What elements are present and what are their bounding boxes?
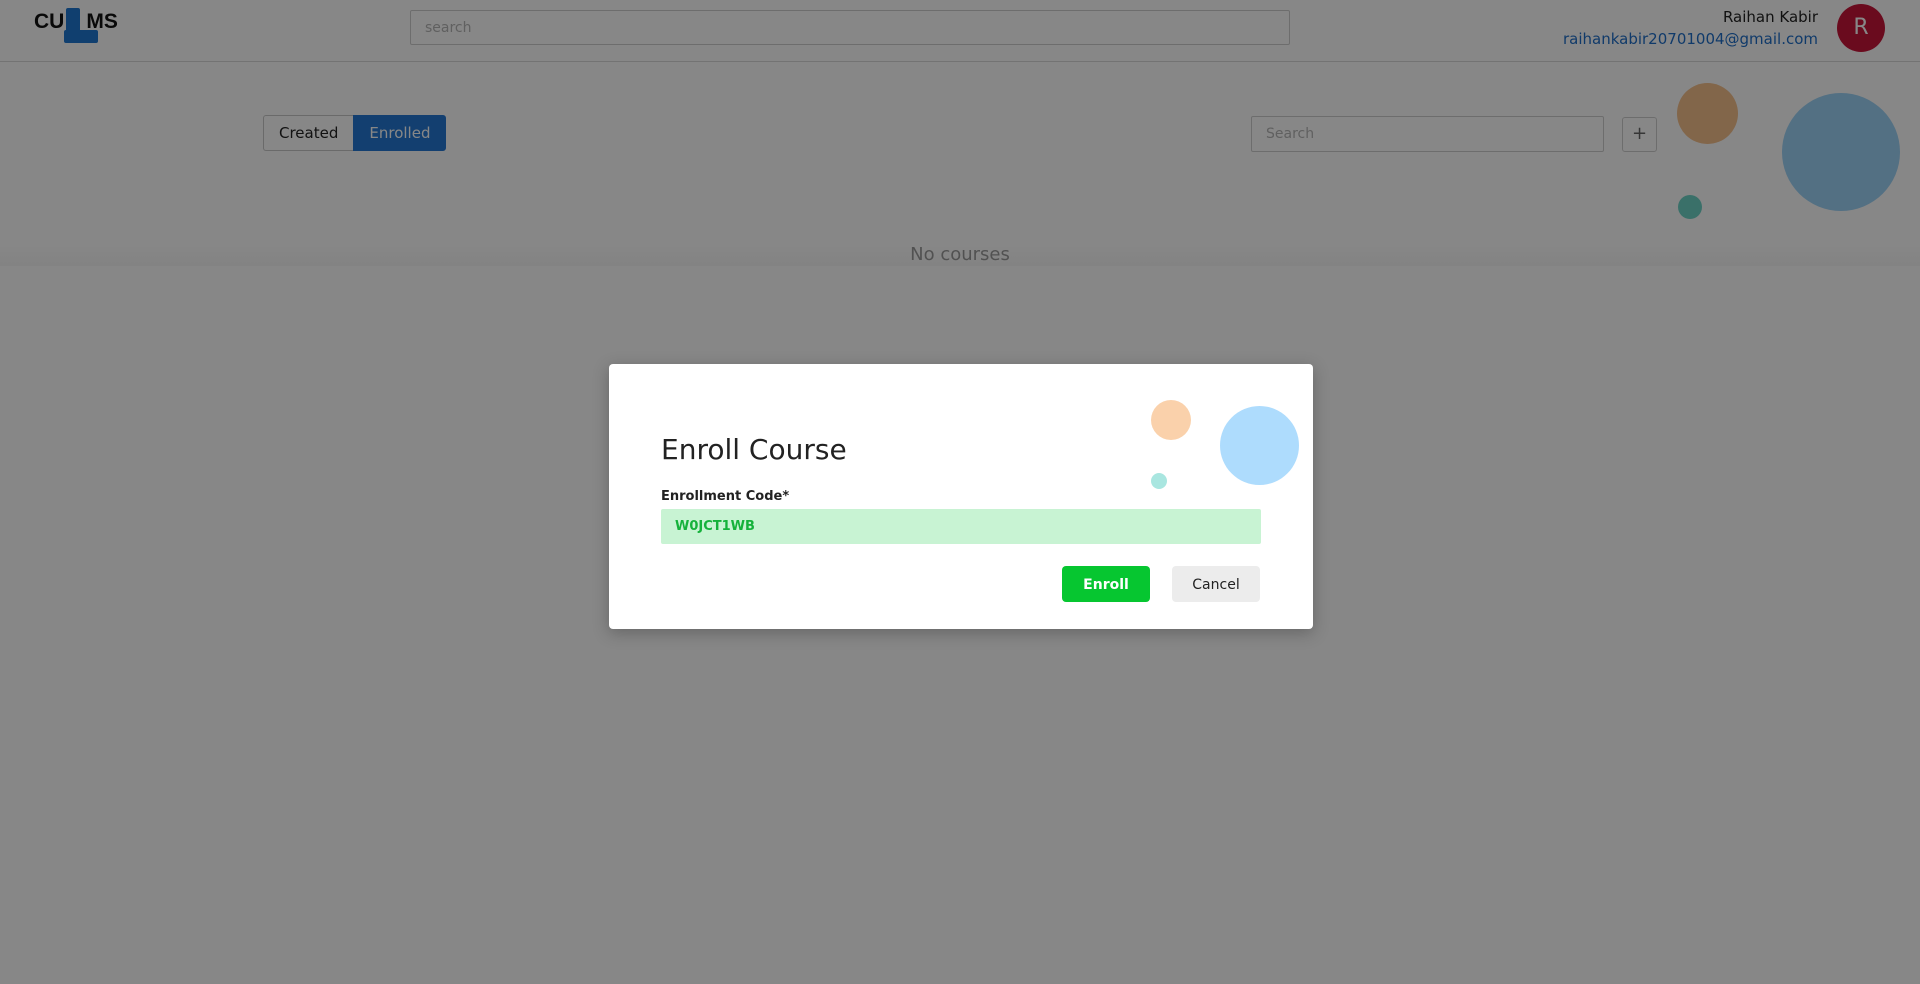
dialog-title: Enroll Course	[661, 433, 847, 466]
enroll-button[interactable]: Enroll	[1062, 566, 1150, 602]
dialog-decorative-circle-blue	[1220, 406, 1299, 485]
dialog-decorative-circle-teal	[1151, 473, 1167, 489]
enroll-course-dialog: Enroll Course Enrollment Code* Enroll Ca…	[609, 364, 1313, 629]
enrollment-code-input[interactable]	[661, 509, 1261, 544]
dialog-decorative-circle-orange	[1151, 400, 1191, 440]
enrollment-code-label: Enrollment Code*	[661, 489, 790, 504]
cancel-button[interactable]: Cancel	[1172, 566, 1260, 602]
